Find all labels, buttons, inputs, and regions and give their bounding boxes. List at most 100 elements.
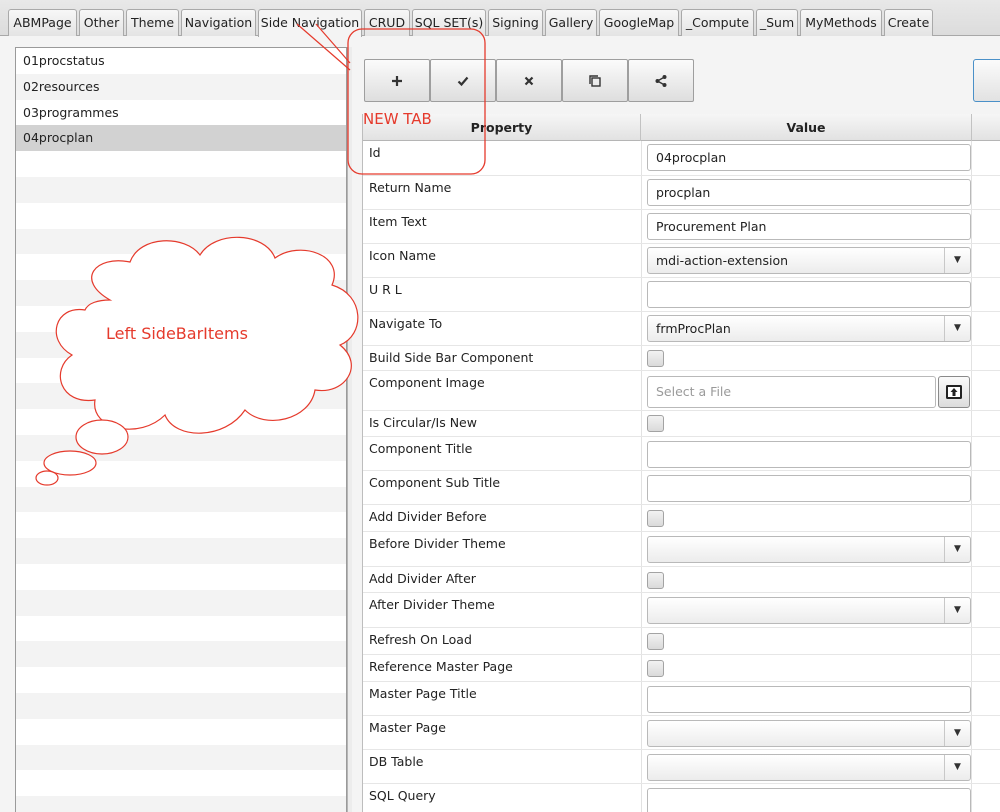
upload-icon — [946, 385, 962, 399]
reference-master-page-checkbox[interactable] — [647, 660, 664, 677]
column-header-value[interactable]: Value — [641, 114, 972, 141]
component-sub-title-field[interactable] — [647, 475, 971, 502]
tab-theme[interactable]: Theme — [126, 9, 179, 36]
add-divider-after-checkbox[interactable] — [647, 572, 664, 589]
tab-sum[interactable]: _Sum — [756, 9, 798, 36]
new-tab-annotation: NEW TAB — [363, 110, 432, 128]
tab-googlemap[interactable]: GoogleMap — [599, 9, 679, 36]
list-item[interactable]: 03programmes — [16, 100, 346, 126]
is-circular-checkbox[interactable] — [647, 415, 664, 432]
property-label: U R L — [369, 282, 402, 297]
tab-gallery[interactable]: Gallery — [545, 9, 597, 36]
table-row: Reference Master Page — [363, 655, 1000, 682]
table-row: Component Title — [363, 437, 1000, 471]
property-label: Component Title — [369, 441, 473, 456]
delete-button[interactable] — [496, 59, 562, 102]
chevron-down-icon: ▼ — [944, 598, 970, 623]
save-button[interactable] — [430, 59, 496, 102]
master-page-title-field[interactable] — [647, 686, 971, 713]
property-label: SQL Query — [369, 788, 436, 803]
icon-name-select[interactable]: mdi-action-extension ▼ — [647, 247, 971, 274]
times-icon — [524, 76, 534, 85]
empty-row — [16, 228, 346, 255]
empty-row — [16, 151, 346, 177]
tab-compute[interactable]: _Compute — [681, 9, 754, 36]
side-items-list: 01procstatus 02resources 03programmes 04… — [15, 47, 347, 812]
add-button[interactable] — [364, 59, 430, 102]
table-row: U R L — [363, 278, 1000, 312]
copy-icon — [589, 74, 601, 87]
plus-icon — [392, 75, 402, 86]
table-row: SQL Query — [363, 784, 1000, 812]
tab-bar: ABMPage Other Theme Navigation Side Navi… — [0, 0, 1000, 37]
table-row: After Divider Theme ▼ — [363, 593, 1000, 628]
tab-navigation[interactable]: Navigation — [181, 9, 256, 36]
chevron-down-icon: ▼ — [944, 755, 970, 780]
left-sidebar-annotation: Left SideBarItems — [106, 324, 248, 343]
property-label: Is Circular/Is New — [369, 415, 477, 430]
property-label: Add Divider After — [369, 571, 476, 586]
upload-button[interactable] — [938, 376, 970, 408]
empty-row — [16, 667, 346, 693]
list-item[interactable]: 02resources — [16, 73, 346, 100]
select-value: frmProcPlan — [656, 321, 731, 336]
list-item[interactable]: 01procstatus — [16, 48, 346, 74]
share-button[interactable] — [628, 59, 694, 102]
table-row: Master Page ▼ — [363, 716, 1000, 750]
navigate-to-select[interactable]: frmProcPlan ▼ — [647, 315, 971, 342]
property-label: Return Name — [369, 180, 452, 195]
tab-abmpage[interactable]: ABMPage — [8, 9, 77, 36]
master-page-select[interactable]: ▼ — [647, 720, 971, 747]
list-item-selected[interactable]: 04procplan — [16, 125, 346, 152]
property-label: Reference Master Page — [369, 659, 513, 674]
empty-row — [16, 770, 346, 796]
tab-mymethods[interactable]: MyMethods — [800, 9, 882, 36]
table-row: Item Text Procurement Plan — [363, 210, 1000, 244]
sql-query-field[interactable] — [647, 788, 971, 812]
id-field[interactable]: 04procplan — [647, 144, 971, 171]
item-text-field[interactable]: Procurement Plan — [647, 213, 971, 240]
property-label: Component Sub Title — [369, 475, 501, 490]
tab-sql-sets[interactable]: SQL SET(s) — [412, 9, 486, 36]
refresh-on-load-checkbox[interactable] — [647, 633, 664, 650]
copy-button[interactable] — [562, 59, 628, 102]
empty-row — [16, 719, 346, 745]
tab-side-navigation[interactable]: Side Navigation — [258, 9, 362, 37]
component-title-field[interactable] — [647, 441, 971, 468]
empty-row — [16, 616, 346, 642]
tab-signing[interactable]: Signing — [488, 9, 543, 36]
property-label: Add Divider Before — [369, 509, 487, 524]
add-divider-before-checkbox[interactable] — [647, 510, 664, 527]
partial-button[interactable] — [973, 59, 1000, 102]
empty-row — [16, 512, 346, 538]
table-row: Return Name procplan — [363, 176, 1000, 210]
build-side-bar-checkbox[interactable] — [647, 350, 664, 367]
table-row: Build Side Bar Component — [363, 346, 1000, 371]
property-label: Refresh On Load — [369, 632, 472, 647]
table-row: Add Divider Before — [363, 505, 1000, 532]
property-label: Component Image — [369, 375, 485, 390]
table-row: Icon Name mdi-action-extension ▼ — [363, 244, 1000, 278]
table-row: Master Page Title — [363, 682, 1000, 716]
empty-row — [16, 434, 346, 461]
tab-other[interactable]: Other — [79, 9, 124, 36]
empty-row — [16, 254, 346, 280]
tab-crud[interactable]: CRUD — [364, 9, 410, 36]
check-icon — [457, 76, 469, 86]
share-icon — [655, 74, 667, 87]
chevron-down-icon: ▼ — [944, 316, 970, 341]
before-divider-theme-select[interactable]: ▼ — [647, 536, 971, 563]
db-table-select[interactable]: ▼ — [647, 754, 971, 781]
component-image-field[interactable]: Select a File — [647, 376, 936, 408]
after-divider-theme-select[interactable]: ▼ — [647, 597, 971, 624]
empty-row — [16, 176, 346, 203]
table-row: Component Sub Title — [363, 471, 1000, 505]
tab-create[interactable]: Create — [884, 9, 933, 36]
property-label: Before Divider Theme — [369, 536, 506, 551]
return-name-field[interactable]: procplan — [647, 179, 971, 206]
empty-row — [16, 641, 346, 668]
empty-row — [16, 538, 346, 564]
split-divider[interactable] — [347, 47, 352, 812]
url-field[interactable] — [647, 281, 971, 308]
table-header: Property Value — [363, 114, 1000, 141]
